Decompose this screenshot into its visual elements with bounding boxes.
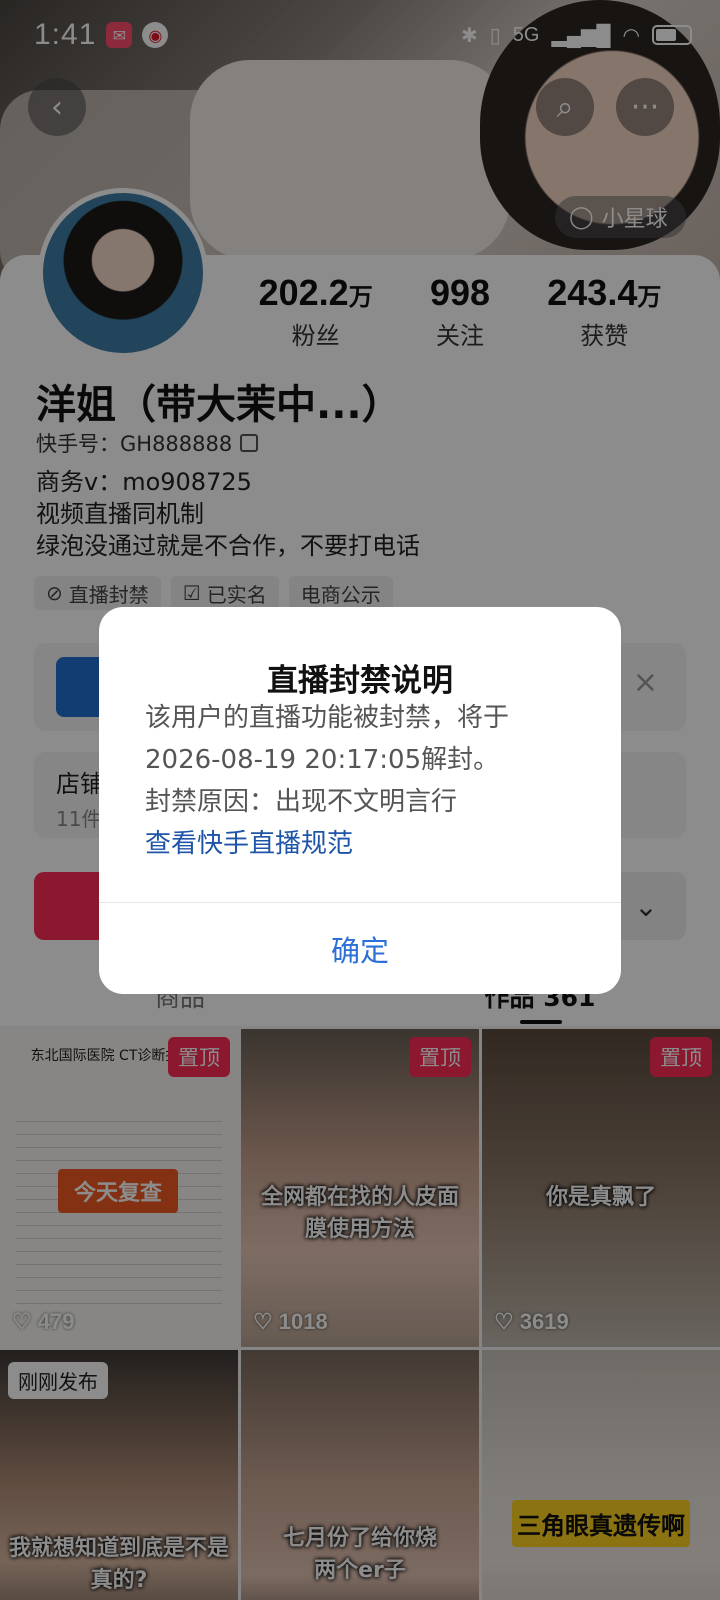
- dialog-title: 直播封禁说明: [267, 663, 453, 699]
- dialog-line: 2026-08-19 20:17:05解封。: [145, 745, 500, 775]
- live-rules-link[interactable]: 查看快手直播规范: [145, 823, 581, 865]
- dialog-line: 该用户的直播功能被封禁，将于: [145, 703, 510, 733]
- dialog-body: 该用户的直播功能被封禁，将于 2026-08-19 20:17:05解封。 封禁…: [145, 697, 581, 865]
- dialog-line: 封禁原因：出现不文明言行: [145, 787, 458, 817]
- live-ban-dialog: 直播封禁说明 该用户的直播功能被封禁，将于 2026-08-19 20:17:0…: [99, 607, 621, 994]
- confirm-button[interactable]: 确定: [99, 903, 621, 994]
